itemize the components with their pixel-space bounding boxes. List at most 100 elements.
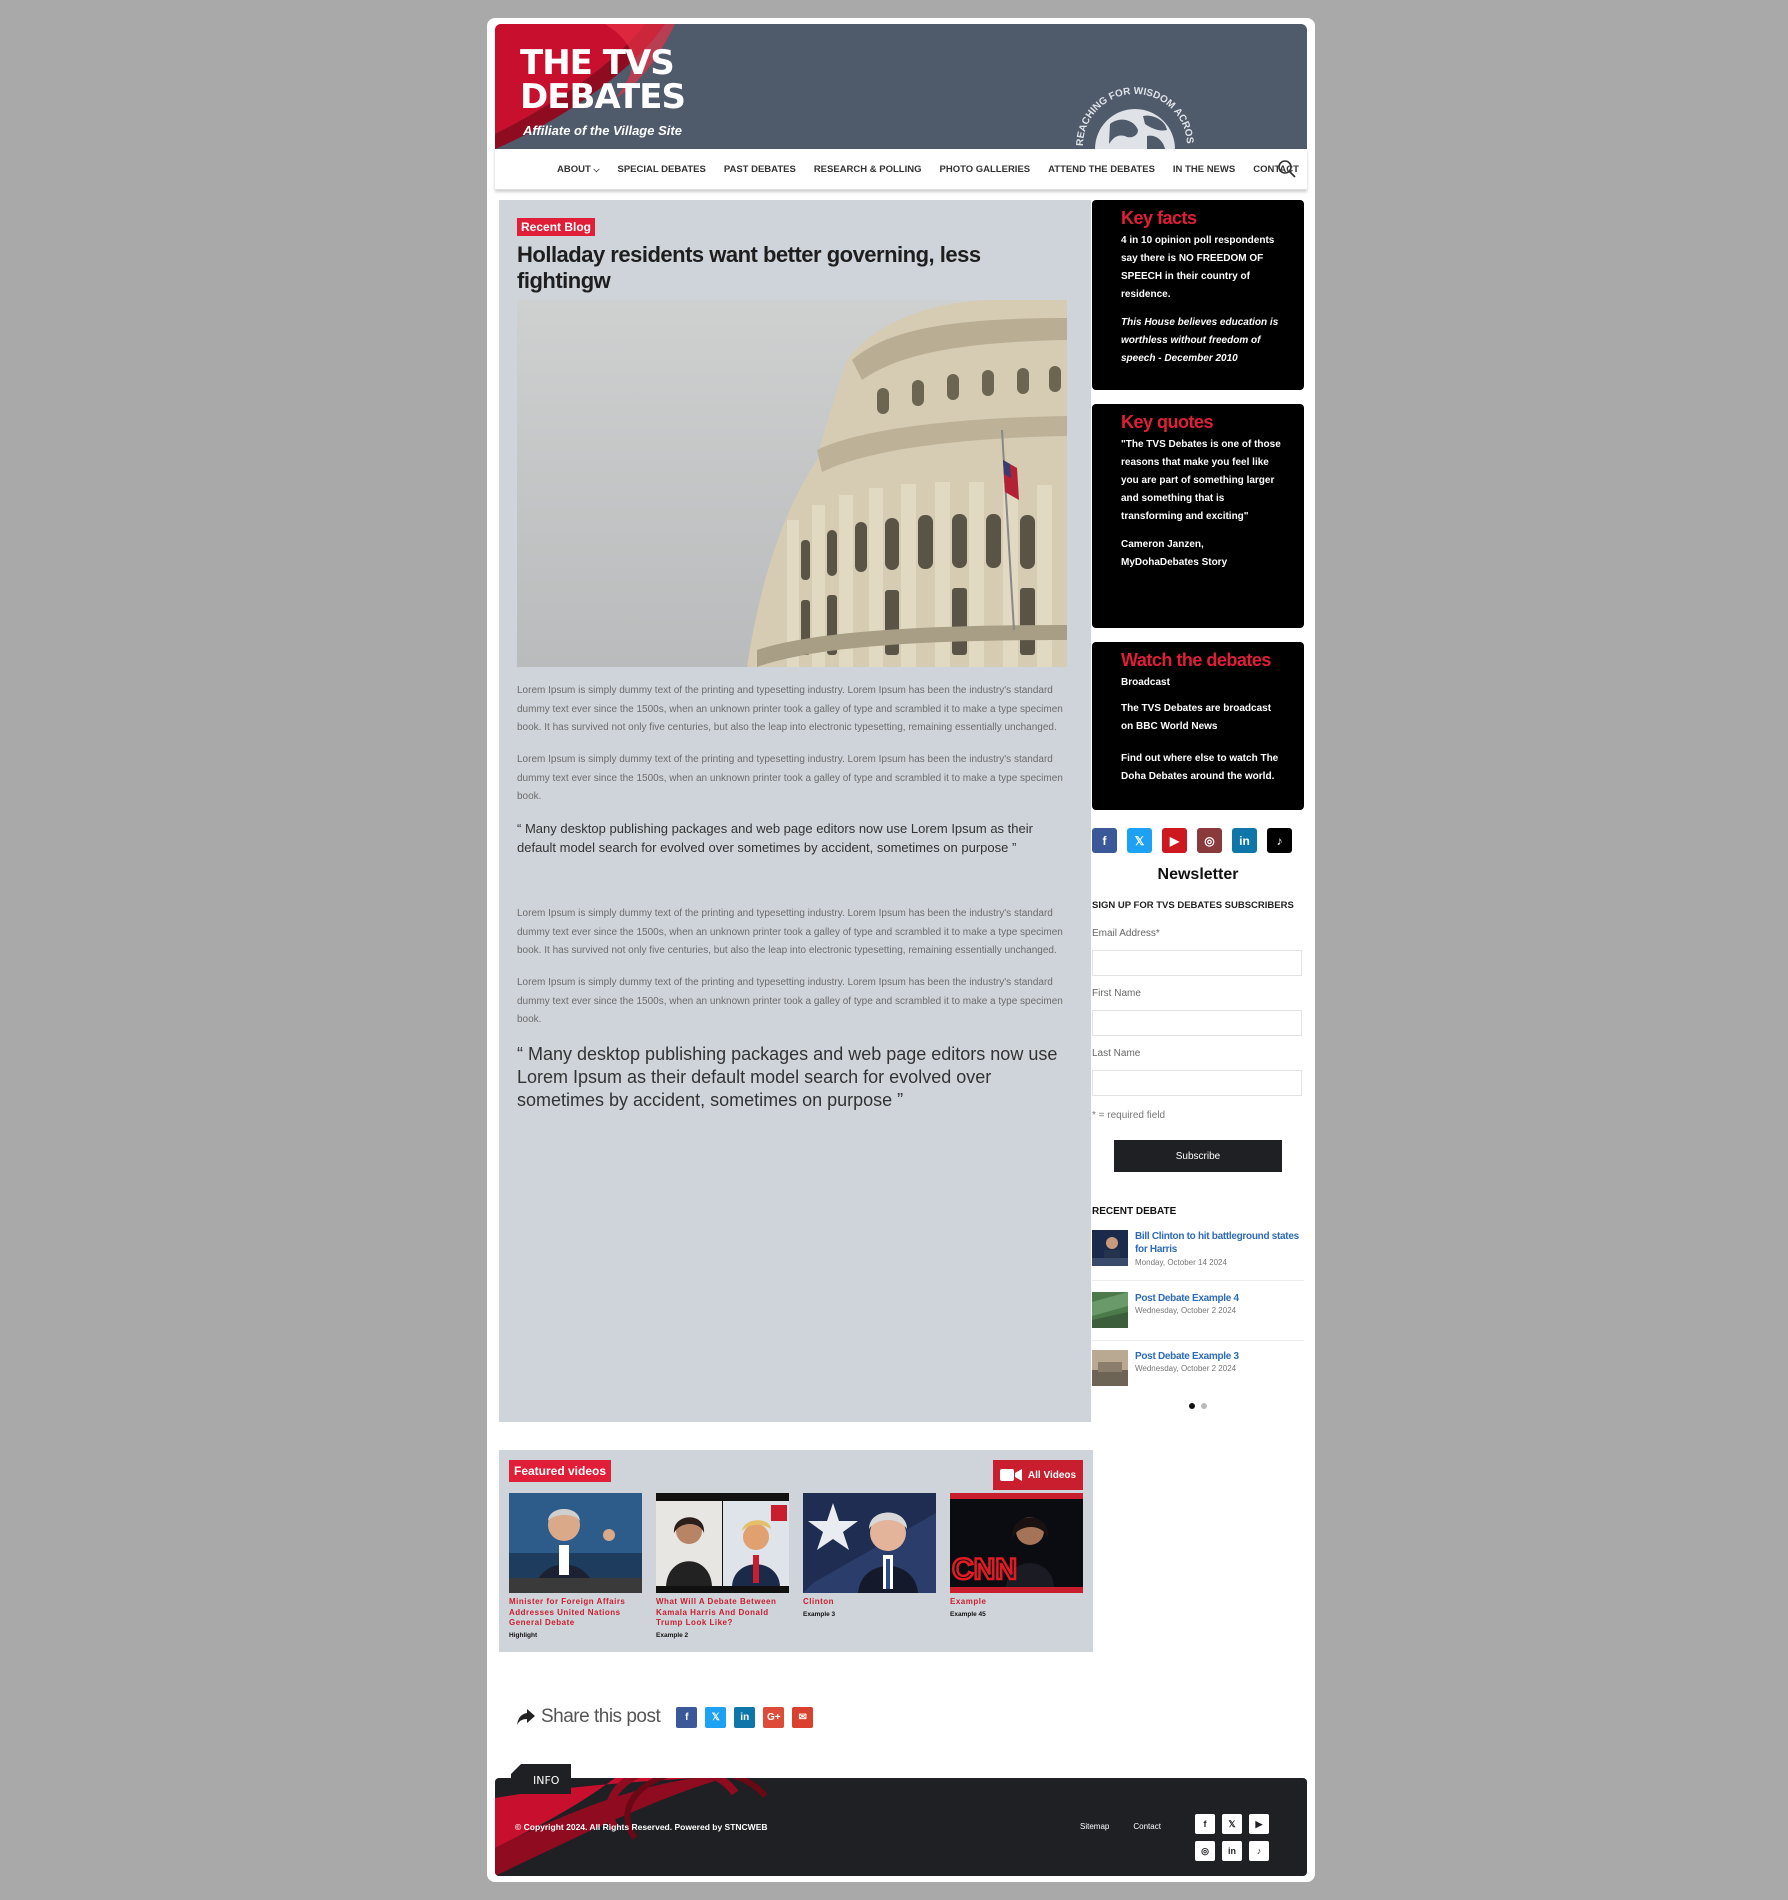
carousel-dots xyxy=(1189,1403,1207,1409)
instagram-icon[interactable]: ◎ xyxy=(1197,828,1222,853)
page-frame: THE TVS DEBATES Affiliate of the Village… xyxy=(487,18,1315,1882)
video-title[interactable]: Minister for Foreign Affairs Addresses U… xyxy=(509,1597,642,1629)
footer-youtube-icon[interactable]: ▶ xyxy=(1249,1814,1269,1834)
recent-debate-thumb xyxy=(1092,1292,1128,1328)
video-title[interactable]: Clinton xyxy=(803,1597,936,1608)
newsletter-title: Newsletter xyxy=(1157,866,1239,883)
video-tag: Example 2 xyxy=(656,1631,689,1639)
footer-social-links: f 𝕏 ▶ ◎ in ♪ xyxy=(1195,1814,1269,1861)
recent-debate-link[interactable]: Post Debate Example 3 xyxy=(1135,1350,1303,1363)
video-tag: Example 45 xyxy=(950,1610,986,1618)
chevron-down-icon: ⌵ xyxy=(593,164,600,174)
recent-debate-link[interactable]: Post Debate Example 4 xyxy=(1135,1292,1303,1305)
watch-debates-where[interactable]: Find out where else to watch The Doha De… xyxy=(1121,750,1281,786)
recent-debate-item[interactable]: Post Debate Example 4 Wednesday, October… xyxy=(1092,1292,1304,1341)
globe-emblem: REACHING FOR WISDOM ACROSS BOUNDARIES xyxy=(1055,54,1195,149)
first-name-label: First Name xyxy=(1092,988,1141,999)
first-name-field[interactable] xyxy=(1092,1010,1302,1036)
recent-debate-item[interactable]: Post Debate Example 3 Wednesday, October… xyxy=(1092,1350,1304,1390)
all-videos-label: All Videos xyxy=(1027,1469,1077,1481)
recent-debate-date: Wednesday, October 2 2024 xyxy=(1135,1306,1237,1315)
footer-link-sitemap[interactable]: Sitemap xyxy=(1080,1822,1109,1831)
share-email-icon[interactable]: ✉ xyxy=(792,1706,814,1728)
key-facts-box: Key facts 4 in 10 opinion poll responden… xyxy=(1092,200,1304,390)
last-name-field[interactable] xyxy=(1092,1070,1302,1096)
site-tagline: Affiliate of the Village Site xyxy=(523,123,682,138)
social-links: f 𝕏 ▶ ◎ in ♪ xyxy=(1092,828,1292,853)
share-arrow-icon xyxy=(517,1709,535,1725)
site-footer: © Copyright 2024. All Rights Reserved. P… xyxy=(495,1778,1307,1876)
post-title: Holladay residents want better governing… xyxy=(517,242,981,293)
video-card[interactable]: Minister for Foreign Affairs Addresses U… xyxy=(509,1493,642,1639)
key-quotes-title: Key quotes xyxy=(1121,412,1214,432)
site-header: THE TVS DEBATES Affiliate of the Village… xyxy=(495,24,1307,149)
subscribe-button[interactable]: Subscribe xyxy=(1114,1140,1282,1172)
recent-debate-date: Monday, October 14 2024 xyxy=(1135,1258,1227,1267)
carousel-dot-active[interactable] xyxy=(1189,1403,1195,1409)
video-thumb: CNN xyxy=(950,1493,1083,1593)
tiktok-icon[interactable]: ♪ xyxy=(1267,828,1292,853)
newsletter-subtitle: SIGN UP FOR TVS DEBATES SUBSCRIBERS xyxy=(1092,900,1294,911)
key-quotes-author: Cameron Janzen, MyDohaDebates Story xyxy=(1121,539,1228,568)
copyright-text: © Copyright 2024. All Rights Reserved. P… xyxy=(515,1822,768,1832)
post-paragraph-4: Lorem Ipsum is simply dummy text of the … xyxy=(517,977,1063,1025)
share-linkedin-icon[interactable]: in xyxy=(734,1706,756,1728)
nav-item-research-polling[interactable]: RESEARCH & POLLING xyxy=(814,164,922,175)
footer-x-icon[interactable]: 𝕏 xyxy=(1222,1814,1242,1834)
svg-text:CNN: CNN xyxy=(952,1553,1017,1586)
video-tag: Example 3 xyxy=(803,1610,836,1618)
linkedin-icon[interactable]: in xyxy=(1232,828,1257,853)
nav-item-photo-galleries[interactable]: PHOTO GALLERIES xyxy=(940,164,1031,175)
watch-debates-title: Watch the debates xyxy=(1121,650,1271,670)
video-card[interactable]: Clinton Example 3 xyxy=(803,1493,936,1618)
logo-line-1: THE TVS xyxy=(520,43,675,83)
post-paragraph-3: Lorem Ipsum is simply dummy text of the … xyxy=(517,908,1063,956)
key-facts-title: Key facts xyxy=(1121,208,1197,228)
watch-debates-text[interactable]: The TVS Debates are broadcast on BBC Wor… xyxy=(1121,700,1281,736)
video-thumb xyxy=(509,1493,642,1593)
search-icon[interactable] xyxy=(1277,159,1297,179)
post-content: Recent Blog Holladay residents want bett… xyxy=(499,200,1091,1422)
nav-item-attend-debates[interactable]: ATTEND THE DEBATES xyxy=(1048,164,1155,175)
post-paragraph-2: Lorem Ipsum is simply dummy text of the … xyxy=(517,754,1063,802)
share-bar: Share this post f 𝕏 in G+ ✉ xyxy=(517,1706,814,1728)
logo-line-2: DEBATES xyxy=(520,77,686,117)
video-title[interactable]: Example xyxy=(950,1597,1083,1608)
share-google-plus-icon[interactable]: G+ xyxy=(763,1706,785,1728)
email-field[interactable] xyxy=(1092,950,1302,976)
recent-debate-link[interactable]: Bill Clinton to hit battleground states … xyxy=(1135,1230,1303,1256)
watch-debates-subtitle: Broadcast xyxy=(1121,677,1170,688)
all-videos-button[interactable]: All Videos xyxy=(993,1460,1083,1490)
youtube-icon[interactable]: ▶ xyxy=(1162,828,1187,853)
footer-instagram-icon[interactable]: ◎ xyxy=(1195,1841,1215,1861)
post-quote-1: “ Many desktop publishing packages and w… xyxy=(517,821,1033,855)
key-facts-text: 4 in 10 opinion poll respondents say the… xyxy=(1121,235,1275,300)
video-tag: Highlight xyxy=(509,1631,538,1639)
footer-tiktok-icon[interactable]: ♪ xyxy=(1249,1841,1269,1861)
post-image-capitol xyxy=(517,300,1067,667)
x-twitter-icon[interactable]: 𝕏 xyxy=(1127,828,1152,853)
share-facebook-icon[interactable]: f xyxy=(676,1706,698,1728)
footer-linkedin-icon[interactable]: in xyxy=(1222,1841,1242,1861)
footer-facebook-icon[interactable]: f xyxy=(1195,1814,1215,1834)
nav-item-past-debates[interactable]: PAST DEBATES xyxy=(724,164,796,175)
recent-debate-title: RECENT DEBATE xyxy=(1092,1206,1177,1217)
post-quote-2: “ Many desktop publishing packages and w… xyxy=(517,1044,1058,1110)
footer-link-contact[interactable]: Contact xyxy=(1133,1822,1161,1831)
video-thumb xyxy=(803,1493,936,1593)
video-camera-icon xyxy=(999,1469,1022,1481)
video-card[interactable]: CNN Example Example 45 xyxy=(950,1493,1083,1618)
site-logo[interactable]: THE TVS DEBATES xyxy=(520,43,686,117)
video-card[interactable]: What Will A Debate Between Kamala Harris… xyxy=(656,1493,789,1639)
facebook-icon[interactable]: f xyxy=(1092,828,1117,853)
nav-item-about[interactable]: ABOUT ⌵ xyxy=(557,164,600,175)
nav-item-in-the-news[interactable]: IN THE NEWS xyxy=(1173,164,1235,175)
share-label: Share this post xyxy=(541,1706,661,1727)
share-x-icon[interactable]: 𝕏 xyxy=(705,1706,727,1728)
carousel-dot[interactable] xyxy=(1201,1403,1207,1409)
nav-item-special-debates[interactable]: SPECIAL DEBATES xyxy=(618,164,706,175)
key-quotes-box: Key quotes "The TVS Debates is one of th… xyxy=(1092,404,1304,628)
recent-debate-item[interactable]: Bill Clinton to hit battleground states … xyxy=(1092,1230,1304,1281)
video-title[interactable]: What Will A Debate Between Kamala Harris… xyxy=(656,1597,789,1629)
email-label: Email Address* xyxy=(1092,928,1160,939)
